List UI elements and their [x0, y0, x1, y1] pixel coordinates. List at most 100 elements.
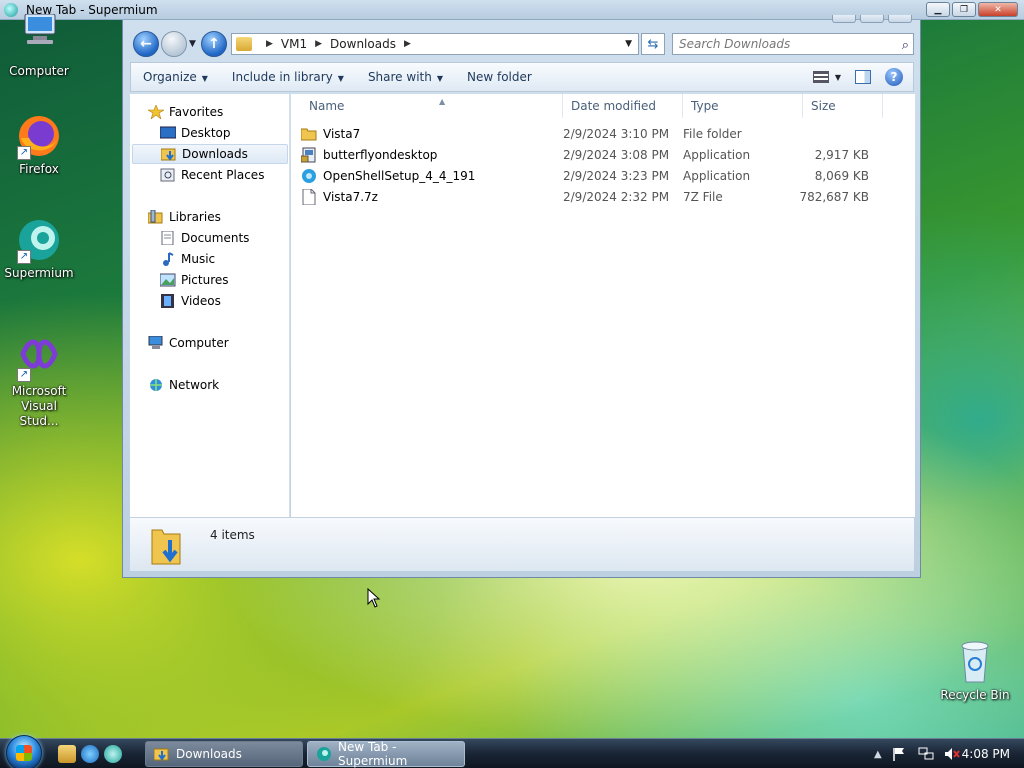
network-icon: [148, 378, 164, 392]
close-button[interactable]: ✕: [978, 2, 1018, 17]
file-row[interactable]: Vista7.7z 2/9/2024 2:32 PM 7Z File 782,6…: [301, 187, 891, 208]
quick-launch-supermium-icon[interactable]: [104, 745, 122, 763]
search-input[interactable]: Search Downloads ⌕: [672, 33, 914, 55]
desktop-icon-recycle-bin[interactable]: Recycle Bin: [936, 638, 1014, 703]
breadcrumb-item-vm1[interactable]: VM1: [281, 37, 307, 51]
navigation-pane: Favorites Desktop Downloads Recent Place…: [130, 94, 290, 517]
start-button[interactable]: [6, 735, 42, 768]
clock[interactable]: 4:08 PM: [962, 747, 1010, 761]
chevron-right-icon[interactable]: ▶: [315, 39, 322, 49]
column-header-name[interactable]: Name ▲: [301, 94, 563, 118]
file-type: Application: [683, 169, 751, 183]
downloads-folder-icon: [150, 526, 184, 565]
breadcrumb-item-downloads[interactable]: Downloads: [330, 37, 396, 51]
nav-recent-places[interactable]: Recent Places: [160, 165, 264, 185]
file-date: 2/9/2024 3:08 PM: [563, 148, 670, 162]
address-history-dropdown[interactable]: ▼: [625, 39, 632, 49]
nav-desktop[interactable]: Desktop: [159, 123, 231, 143]
nav-pictures[interactable]: Pictures: [159, 270, 229, 290]
explorer-close-button[interactable]: [888, 15, 912, 23]
nav-downloads[interactable]: Downloads: [132, 144, 288, 164]
browser-window-controls: ▁ ❐ ✕: [926, 2, 1018, 17]
details-pane: 4 items: [130, 517, 914, 571]
recent-pages-dropdown[interactable]: ▼: [189, 39, 196, 49]
explorer-window-controls: [832, 15, 912, 23]
desktop-icon-visual-studio[interactable]: ↗ Microsoft Visual Stud...: [0, 334, 78, 429]
nav-libraries[interactable]: Libraries: [147, 207, 221, 227]
include-in-library-button[interactable]: Include in library ▼: [220, 70, 356, 84]
volume-muted-icon[interactable]: [944, 747, 960, 761]
desktop-icon-label: Firefox: [19, 162, 59, 176]
column-header-size[interactable]: Size: [803, 94, 883, 118]
sort-ascending-icon: ▲: [439, 97, 446, 106]
taskbar-button-supermium[interactable]: New Tab - Supermium: [307, 740, 465, 768]
forward-button[interactable]: [161, 31, 187, 57]
maximize-button[interactable]: ❐: [952, 2, 976, 17]
file-row[interactable]: OpenShellSetup_4_4_191 2/9/2024 3:23 PM …: [301, 166, 891, 187]
file-name: OpenShellSetup_4_4_191: [323, 169, 476, 183]
supermium-icon: ↗: [15, 216, 63, 264]
file-row[interactable]: butterflyondesktop 2/9/2024 3:08 PM Appl…: [300, 145, 891, 166]
refresh-button[interactable]: ⇆: [641, 33, 665, 55]
recent-places-icon: [160, 168, 176, 182]
chevron-right-icon[interactable]: ▶: [404, 39, 411, 49]
file-date: 2/9/2024 3:23 PM: [563, 169, 670, 183]
organize-button[interactable]: Organize ▼: [131, 70, 220, 84]
file-size: 8,069 KB: [814, 169, 869, 183]
quick-launch-explorer-icon[interactable]: [58, 745, 76, 763]
back-arrow-icon: ←: [140, 36, 152, 52]
search-icon[interactable]: ⌕: [902, 36, 909, 56]
network-status-icon[interactable]: [918, 747, 934, 761]
command-toolbar: Organize ▼ Include in library ▼ Share with…: [130, 62, 914, 92]
action-center-flag-icon[interactable]: [892, 747, 908, 761]
file-row[interactable]: Vista7 2/9/2024 3:10 PM File folder: [300, 124, 891, 145]
taskbar-button-downloads[interactable]: Downloads: [145, 741, 303, 767]
shortcut-arrow-icon: ↗: [17, 368, 31, 382]
downloads-folder-icon: [153, 746, 170, 762]
explorer-maximize-button[interactable]: [860, 15, 884, 23]
downloads-folder-icon: [236, 37, 252, 51]
up-button[interactable]: ↑: [201, 31, 227, 57]
file-name: Vista7.7z: [323, 190, 378, 204]
file-size: 782,687 KB: [799, 190, 869, 204]
new-folder-button[interactable]: New folder: [455, 70, 544, 84]
file-size: 2,917 KB: [814, 148, 869, 162]
nav-network[interactable]: Network: [148, 375, 219, 395]
show-hidden-icons-button[interactable]: ▲: [874, 749, 882, 760]
chevron-down-icon: ▼: [436, 74, 443, 83]
nav-music[interactable]: Music: [160, 249, 215, 269]
column-header-date-modified[interactable]: Date modified: [563, 94, 683, 118]
explorer-minimize-button[interactable]: [832, 15, 856, 23]
change-view-icon[interactable]: [812, 71, 829, 83]
desktop-icon-supermium[interactable]: ↗ Supermium: [0, 216, 78, 281]
desktop-icon-firefox[interactable]: ↗ Firefox: [0, 112, 78, 177]
nav-videos[interactable]: Videos: [160, 291, 221, 311]
nav-documents[interactable]: Documents: [160, 228, 249, 248]
desktop-icon-computer[interactable]: Computer: [0, 13, 78, 79]
breadcrumb[interactable]: ▶ VM1 ▶ Downloads ▶ ▼: [231, 33, 639, 55]
explorer-window: ← ▼ ↑ ▶ VM1 ▶ Downloads ▶ ▼ ⇆ Search Dow…: [122, 15, 921, 578]
installer-icon: [300, 147, 317, 163]
file-type: 7Z File: [683, 190, 723, 204]
file-date: 2/9/2024 3:10 PM: [563, 127, 670, 141]
quick-launch-internet-explorer-icon[interactable]: [81, 745, 99, 763]
chevron-down-icon[interactable]: ▼: [835, 73, 841, 82]
firefox-icon: ↗: [15, 112, 63, 160]
music-note-icon: [160, 252, 176, 266]
preview-pane-icon[interactable]: [855, 70, 871, 84]
minimize-button[interactable]: ▁: [926, 2, 950, 17]
file-icon: [301, 188, 317, 206]
share-with-button[interactable]: Share with ▼: [356, 70, 455, 84]
back-button[interactable]: ←: [133, 31, 159, 57]
computer-icon: [148, 335, 164, 350]
shortcut-arrow-icon: ↗: [17, 146, 31, 160]
chevron-right-icon[interactable]: ▶: [266, 39, 273, 49]
nav-computer[interactable]: Computer: [148, 333, 229, 353]
pictures-icon: [159, 273, 176, 287]
nav-favorites[interactable]: Favorites: [146, 102, 223, 122]
supermium-icon: [316, 746, 332, 762]
help-icon[interactable]: ?: [885, 68, 903, 86]
folder-icon: [300, 126, 317, 142]
column-header-type[interactable]: Type: [683, 94, 803, 118]
desktop-icon-label: Computer: [9, 64, 69, 78]
